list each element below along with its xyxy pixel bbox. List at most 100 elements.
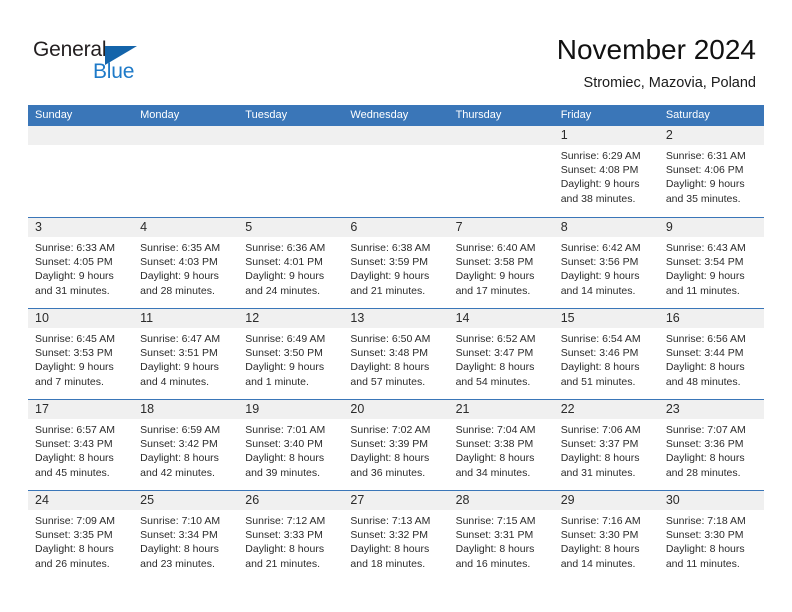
day-sunrise-line: Sunrise: 7:18 AM	[665, 515, 746, 527]
day-sunset-line: Sunset: 3:59 PM	[350, 256, 429, 269]
day-sunrise-line: Sunrise: 7:13 AM	[350, 515, 431, 527]
day-daylight-line: Daylight: 9 hours	[35, 270, 114, 283]
day-cell[interactable]: 18 Sunrise: 6:59 AM Sunset: 3:42 PM Dayligh…	[133, 400, 238, 491]
day-cell[interactable]: 6 Sunrise: 6:38 AM Sunset: 3:59 PM Daylight…	[343, 218, 448, 309]
day-sun-info: Sunrise: 6:31 AM Sunset: 4:06 PM Daylight:…	[666, 149, 760, 206]
day-sunset-line: Sunset: 3:51 PM	[140, 347, 218, 360]
day-daylight-line: Daylight: 8 hours	[560, 543, 640, 556]
day-cells: 1 Sunrise: 6:29 AM Sunset: 4:08 PM Daylight…	[28, 126, 764, 217]
day-cell[interactable]: 22 Sunrise: 7:06 AM Sunset: 3:37 PM Dayligh…	[554, 400, 659, 491]
day-sunrise-line: Sunrise: 7:02 AM	[350, 424, 431, 436]
day-cell-empty	[28, 126, 133, 217]
day-cell[interactable]: 4 Sunrise: 6:35 AM Sunset: 4:03 PM Daylight…	[133, 218, 238, 309]
day-sunrise-line: Sunrise: 7:09 AM	[35, 515, 115, 527]
day-number: 19	[245, 402, 260, 416]
day-cell-empty	[343, 126, 448, 217]
day-sunset-line: Sunset: 3:30 PM	[560, 529, 639, 542]
day-sun-info: Sunrise: 6:54 AM Sunset: 3:46 PM Daylight:…	[561, 332, 655, 389]
day-sunrise-line: Sunrise: 6:59 AM	[140, 424, 221, 436]
day-number: 4	[140, 220, 148, 234]
day-number: 20	[350, 402, 365, 416]
day-sun-info: Sunrise: 7:18 AM Sunset: 3:30 PM Daylight:…	[666, 514, 760, 571]
day-cell[interactable]: 27 Sunrise: 7:13 AM Sunset: 3:32 PM Dayligh…	[343, 491, 448, 582]
day-daylight-line: and 54 minutes.	[455, 375, 531, 388]
day-cell[interactable]: 16 Sunrise: 6:56 AM Sunset: 3:44 PM Dayligh…	[659, 309, 764, 400]
day-cell[interactable]: 9 Sunrise: 6:43 AM Sunset: 3:54 PM Daylight…	[659, 218, 764, 309]
day-cell[interactable]: 11 Sunrise: 6:47 AM Sunset: 3:51 PM Dayligh…	[133, 309, 238, 400]
day-daylight-line: Daylight: 8 hours	[350, 361, 430, 374]
day-daylight-line: and 51 minutes.	[560, 375, 636, 388]
day-sunset-line: Sunset: 3:44 PM	[665, 347, 744, 360]
weekday-header-saturday: Saturday	[665, 109, 710, 121]
day-cell[interactable]: 23 Sunrise: 7:07 AM Sunset: 3:36 PM Dayligh…	[659, 400, 764, 491]
day-sunrise-line: Sunrise: 6:47 AM	[140, 333, 221, 345]
day-cell[interactable]: 24 Sunrise: 7:09 AM Sunset: 3:35 PM Dayligh…	[28, 491, 133, 582]
day-number: 27	[350, 493, 365, 507]
day-cell[interactable]: 19 Sunrise: 7:01 AM Sunset: 3:40 PM Dayligh…	[238, 400, 343, 491]
calendar-week-row: 3 Sunrise: 6:33 AM Sunset: 4:05 PM Daylight…	[28, 217, 764, 308]
day-cell[interactable]: 2 Sunrise: 6:31 AM Sunset: 4:06 PM Daylight…	[659, 126, 764, 217]
day-cell[interactable]: 20 Sunrise: 7:02 AM Sunset: 3:39 PM Dayligh…	[343, 400, 448, 491]
day-cell[interactable]: 5 Sunrise: 6:36 AM Sunset: 4:01 PM Daylight…	[238, 218, 343, 309]
day-sunset-line: Sunset: 4:01 PM	[245, 256, 323, 269]
day-number: 22	[560, 402, 575, 416]
day-sun-info: Sunrise: 7:12 AM Sunset: 3:33 PM Daylight:…	[245, 514, 339, 571]
day-daylight-line: Daylight: 9 hours	[665, 270, 745, 283]
day-daylight-line: and 21 minutes.	[350, 284, 426, 297]
day-daylight-line: and 57 minutes.	[350, 375, 426, 388]
day-daylight-line: Daylight: 8 hours	[35, 543, 114, 556]
day-daylight-line: Daylight: 8 hours	[140, 543, 219, 556]
day-sun-info: Sunrise: 6:29 AM Sunset: 4:08 PM Daylight:…	[561, 149, 655, 206]
day-sunrise-line: Sunrise: 7:06 AM	[560, 424, 641, 436]
day-cell[interactable]: 1 Sunrise: 6:29 AM Sunset: 4:08 PM Daylight…	[554, 126, 659, 217]
day-sun-info: Sunrise: 7:16 AM Sunset: 3:30 PM Daylight:…	[561, 514, 655, 571]
day-sunrise-line: Sunrise: 6:38 AM	[350, 242, 431, 254]
day-cell[interactable]: 30 Sunrise: 7:18 AM Sunset: 3:30 PM Dayligh…	[659, 491, 764, 582]
day-sunrise-line: Sunrise: 7:07 AM	[665, 424, 746, 436]
day-daylight-line: Daylight: 9 hours	[455, 270, 535, 283]
day-number: 14	[455, 311, 470, 325]
day-cell[interactable]: 13 Sunrise: 6:50 AM Sunset: 3:48 PM Dayligh…	[343, 309, 448, 400]
day-sunrise-line: Sunrise: 6:42 AM	[560, 242, 641, 254]
day-cell[interactable]: 28 Sunrise: 7:15 AM Sunset: 3:31 PM Dayligh…	[449, 491, 554, 582]
day-cell[interactable]: 21 Sunrise: 7:04 AM Sunset: 3:38 PM Dayligh…	[449, 400, 554, 491]
day-cell[interactable]: 15 Sunrise: 6:54 AM Sunset: 3:46 PM Dayligh…	[554, 309, 659, 400]
day-daylight-line: and 17 minutes.	[455, 284, 531, 297]
day-cell[interactable]: 10 Sunrise: 6:45 AM Sunset: 3:53 PM Dayligh…	[28, 309, 133, 400]
general-blue-logo[interactable]: General Blue	[33, 38, 163, 86]
day-daylight-line: Daylight: 9 hours	[35, 361, 114, 374]
day-number: 11	[140, 311, 154, 325]
day-number: 25	[140, 493, 155, 507]
day-cells: 10 Sunrise: 6:45 AM Sunset: 3:53 PM Dayligh…	[28, 309, 764, 400]
day-cell[interactable]: 26 Sunrise: 7:12 AM Sunset: 3:33 PM Dayligh…	[238, 491, 343, 582]
day-sunrise-line: Sunrise: 7:04 AM	[455, 424, 536, 436]
day-sunrise-line: Sunrise: 6:49 AM	[245, 333, 326, 345]
day-daylight-line: Daylight: 8 hours	[665, 452, 745, 465]
day-sun-info: Sunrise: 7:06 AM Sunset: 3:37 PM Daylight:…	[561, 423, 655, 480]
day-cell[interactable]: 29 Sunrise: 7:16 AM Sunset: 3:30 PM Dayligh…	[554, 491, 659, 582]
day-daylight-line: Daylight: 8 hours	[350, 543, 430, 556]
day-sun-info: Sunrise: 6:56 AM Sunset: 3:44 PM Daylight:…	[666, 332, 760, 389]
day-daylight-line: and 48 minutes.	[665, 375, 741, 388]
day-cell[interactable]: 3 Sunrise: 6:33 AM Sunset: 4:05 PM Daylight…	[28, 218, 133, 309]
day-daylight-line: and 7 minutes.	[35, 375, 104, 388]
day-sunset-line: Sunset: 3:36 PM	[665, 438, 744, 451]
day-sunset-line: Sunset: 3:38 PM	[455, 438, 534, 451]
day-sun-info: Sunrise: 6:49 AM Sunset: 3:50 PM Daylight:…	[245, 332, 339, 389]
day-cell[interactable]: 7 Sunrise: 6:40 AM Sunset: 3:58 PM Daylight…	[449, 218, 554, 309]
day-cell[interactable]: 8 Sunrise: 6:42 AM Sunset: 3:56 PM Daylight…	[554, 218, 659, 309]
day-sun-info: Sunrise: 7:07 AM Sunset: 3:36 PM Daylight:…	[666, 423, 760, 480]
day-cell[interactable]: 12 Sunrise: 6:49 AM Sunset: 3:50 PM Dayligh…	[238, 309, 343, 400]
day-sun-info: Sunrise: 6:40 AM Sunset: 3:58 PM Daylight:…	[456, 241, 550, 298]
day-daylight-line: Daylight: 9 hours	[245, 270, 325, 283]
day-daylight-line: Daylight: 8 hours	[455, 543, 535, 556]
day-cell[interactable]: 25 Sunrise: 7:10 AM Sunset: 3:34 PM Dayligh…	[133, 491, 238, 582]
calendar-grid: Sunday Monday Tuesday Wednesday Thursday Frid…	[28, 105, 764, 581]
day-daylight-line: and 14 minutes.	[560, 284, 636, 297]
day-cell[interactable]: 17 Sunrise: 6:57 AM Sunset: 3:43 PM Dayligh…	[28, 400, 133, 491]
day-cell[interactable]: 14 Sunrise: 6:52 AM Sunset: 3:47 PM Dayligh…	[449, 309, 554, 400]
day-number: 9	[665, 220, 673, 234]
day-sun-info: Sunrise: 6:33 AM Sunset: 4:05 PM Daylight:…	[35, 241, 129, 298]
day-sunset-line: Sunset: 3:31 PM	[455, 529, 534, 542]
day-number: 24	[35, 493, 49, 507]
